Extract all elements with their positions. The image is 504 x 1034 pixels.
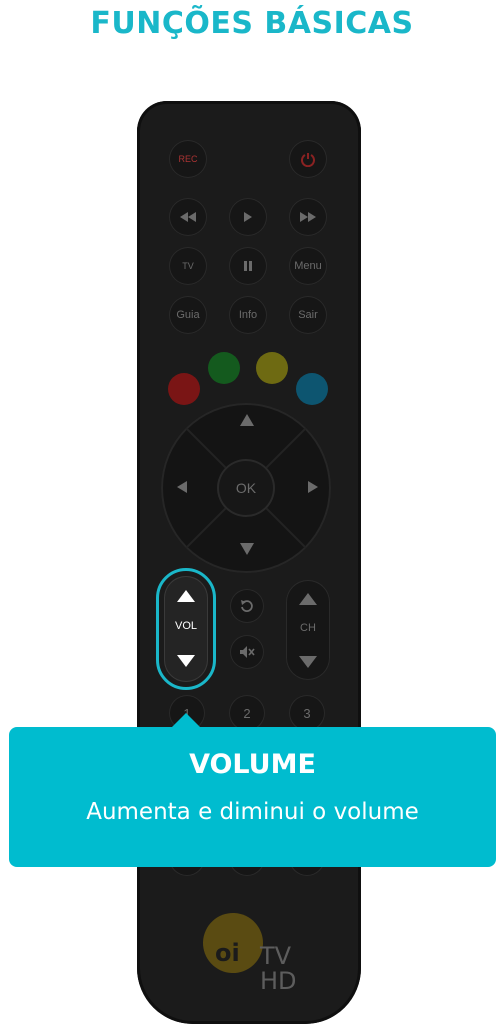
volume-up-icon[interactable] [177, 590, 195, 602]
tv-button[interactable]: TV [169, 247, 207, 285]
dpad-right-icon[interactable] [308, 481, 318, 493]
number-3-button[interactable]: 3 [289, 695, 325, 731]
menu-label: Menu [294, 260, 322, 272]
return-button[interactable] [230, 589, 264, 623]
logo-hd-text: HD [260, 967, 297, 995]
dpad-down-icon[interactable] [240, 543, 254, 555]
play-button[interactable] [229, 198, 267, 236]
ok-button[interactable]: OK [217, 459, 275, 517]
page-title: FUNÇÕES BÁSICAS [90, 6, 414, 41]
menu-button[interactable]: Menu [289, 247, 327, 285]
fast-forward-button[interactable] [289, 198, 327, 236]
blue-button[interactable] [296, 373, 328, 405]
channel-up-icon[interactable] [299, 593, 317, 605]
number-label: 2 [243, 705, 251, 721]
rec-button[interactable]: REC [169, 140, 207, 178]
sair-label: Sair [298, 309, 318, 321]
pause-icon [244, 261, 252, 271]
rewind-icon [180, 212, 196, 222]
number-2-button[interactable]: 2 [229, 695, 265, 731]
channel-down-icon[interactable] [299, 656, 317, 668]
volume-down-icon[interactable] [177, 655, 195, 667]
power-icon [301, 153, 315, 167]
rewind-button[interactable] [169, 198, 207, 236]
red-button[interactable] [168, 373, 200, 405]
mute-icon [240, 646, 255, 658]
tooltip-description: Aumenta e diminui o volume [86, 799, 419, 825]
return-icon [241, 600, 253, 612]
power-button[interactable] [289, 140, 327, 178]
ok-label: OK [235, 480, 257, 496]
fast-forward-icon [300, 212, 316, 222]
tooltip-title: VOLUME [189, 749, 316, 780]
yellow-button[interactable] [256, 352, 288, 384]
pause-button[interactable] [229, 247, 267, 285]
dpad-up-icon[interactable] [240, 414, 254, 426]
volume-label: VOL [174, 620, 197, 632]
mute-button[interactable] [230, 635, 264, 669]
logo-oi-text: oi [215, 939, 240, 967]
logo-tv-text: TV [260, 942, 292, 970]
guia-label: Guia [176, 309, 200, 321]
dpad-left-icon[interactable] [177, 481, 187, 493]
rec-label: REC [178, 154, 198, 164]
guia-button[interactable]: Guia [169, 296, 207, 334]
info-label: Info [238, 309, 258, 321]
channel-label: CH [300, 622, 316, 634]
sair-button[interactable]: Sair [289, 296, 327, 334]
info-button[interactable]: Info [229, 296, 267, 334]
tv-label: TV [182, 261, 194, 271]
volume-tooltip: VOLUME Aumenta e diminui o volume [9, 727, 496, 867]
play-icon [244, 212, 252, 222]
number-label: 3 [303, 705, 311, 721]
green-button[interactable] [208, 352, 240, 384]
